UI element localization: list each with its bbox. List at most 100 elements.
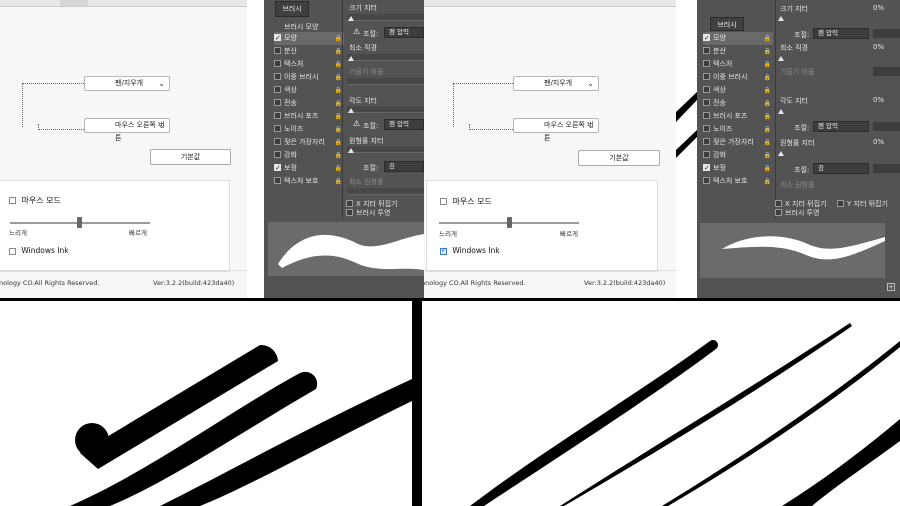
lock-icon[interactable]: 🔒: [335, 71, 342, 84]
brush-projection-row[interactable]: 브러시 투영: [775, 207, 819, 220]
brush-option-checkbox[interactable]: [703, 86, 710, 93]
left-speed-slider-thumb[interactable]: [77, 217, 82, 228]
brush-shape-header[interactable]: 브러시 모양: [284, 22, 318, 32]
brush-option-item[interactable]: 전송 🔒: [274, 97, 344, 110]
lock-icon[interactable]: 🔒: [764, 162, 771, 175]
lock-icon[interactable]: 🔒: [764, 123, 771, 136]
brush-option-item[interactable]: 텍스처 🔒: [703, 58, 773, 71]
new-brush-icon[interactable]: +: [887, 283, 895, 291]
right-windows-ink-checkbox[interactable]: [440, 246, 447, 255]
brush-option-checkbox[interactable]: [274, 32, 281, 45]
flip-y-row[interactable]: Y 지터 뒤집기: [837, 198, 888, 211]
brush-option-checkbox[interactable]: [703, 73, 710, 80]
brush-option-checkbox[interactable]: [703, 47, 710, 54]
left-mouse-mode-row[interactable]: 마우스 모드: [9, 195, 61, 206]
lock-icon[interactable]: 🔒: [335, 45, 342, 58]
roundness-jitter-thumb[interactable]: [348, 148, 354, 153]
brush-option-item[interactable]: 전송 🔒: [703, 97, 773, 110]
brush-option-item[interactable]: 브러시 포즈 🔒: [274, 110, 344, 123]
lock-icon[interactable]: 🔒: [335, 149, 342, 162]
lock-icon[interactable]: 🔒: [335, 162, 342, 175]
brush-option-item[interactable]: 젖은 가장자리 🔒: [274, 136, 344, 149]
flip-x-checkbox[interactable]: [775, 200, 782, 207]
brush-option-item[interactable]: 노이즈 🔒: [703, 123, 773, 136]
brush-option-checkbox[interactable]: [274, 99, 281, 106]
brush-tab[interactable]: 브러시: [275, 1, 309, 17]
brush-option-item[interactable]: 색상 🔒: [703, 84, 773, 97]
brush-option-checkbox[interactable]: [274, 162, 281, 175]
lock-icon[interactable]: 🔒: [764, 136, 771, 149]
brush-option-checkbox[interactable]: [274, 125, 281, 132]
lock-icon[interactable]: 🔒: [335, 58, 342, 71]
brush-option-checkbox[interactable]: [274, 151, 281, 158]
lock-icon[interactable]: 🔒: [764, 97, 771, 110]
brush-tab[interactable]: 브러시: [710, 17, 744, 31]
brush-option-checkbox[interactable]: [703, 60, 710, 67]
brush-option-item[interactable]: 텍스처 🔒: [274, 58, 344, 71]
roundness-jitter-slider[interactable]: [347, 146, 424, 153]
tilt-scale-slider[interactable]: [347, 78, 424, 85]
size-jitter-thumb[interactable]: [778, 16, 784, 21]
lock-icon[interactable]: 🔒: [764, 149, 771, 162]
lock-icon[interactable]: 🔒: [335, 175, 342, 188]
right-pen-eraser-dropdown[interactable]: 펜/지우개 ⌄: [513, 76, 599, 91]
brush-option-checkbox[interactable]: [274, 86, 281, 93]
left-pen-eraser-dropdown[interactable]: 펜/지우개 ⌄: [84, 76, 170, 91]
right-stroke-canvas[interactable]: [422, 301, 900, 506]
brush-option-checkbox[interactable]: [703, 177, 710, 184]
left-stroke-canvas[interactable]: [0, 301, 412, 506]
lock-icon[interactable]: 🔒: [335, 136, 342, 149]
min-roundness-slider[interactable]: [347, 188, 424, 195]
lock-icon[interactable]: 🔒: [335, 32, 342, 45]
roundness-control-select[interactable]: 끔: [813, 163, 869, 174]
brush-option-checkbox[interactable]: [274, 73, 281, 80]
brush-option-item[interactable]: 강화 🔒: [274, 149, 344, 162]
left-windows-ink-row[interactable]: Windows Ink: [9, 246, 69, 255]
lock-icon[interactable]: 🔒: [764, 71, 771, 84]
lock-icon[interactable]: 🔒: [335, 110, 342, 123]
angle-jitter-slider[interactable]: [347, 106, 424, 113]
brush-option-item[interactable]: 분산 🔒: [703, 45, 773, 58]
brush-option-item[interactable]: 이중 브러시 🔒: [703, 71, 773, 84]
brush-option-checkbox[interactable]: [274, 47, 281, 54]
min-diameter-thumb[interactable]: [778, 56, 784, 61]
brush-option-item[interactable]: 분산 🔒: [274, 45, 344, 58]
lock-icon[interactable]: 🔒: [764, 110, 771, 123]
brush-option-checkbox[interactable]: [703, 32, 710, 45]
angle-control-select[interactable]: 펜 압력: [384, 119, 424, 130]
angle-jitter-thumb[interactable]: [348, 108, 354, 113]
brush-option-item[interactable]: 젖은 가장자리 🔒: [703, 136, 773, 149]
brush-projection-checkbox[interactable]: [775, 209, 782, 216]
angle-jitter-thumb[interactable]: [778, 109, 784, 114]
lock-icon[interactable]: 🔒: [335, 123, 342, 136]
brush-option-checkbox[interactable]: [274, 138, 281, 145]
brush-option-item[interactable]: 보정 🔒: [703, 162, 773, 175]
brush-option-item[interactable]: 노이즈 🔒: [274, 123, 344, 136]
brush-option-item[interactable]: 이중 브러시 🔒: [274, 71, 344, 84]
lock-icon[interactable]: 🔒: [764, 58, 771, 71]
brush-option-checkbox[interactable]: [703, 162, 710, 175]
brush-option-checkbox[interactable]: [703, 125, 710, 132]
brush-option-item[interactable]: 브러시 포즈 🔒: [703, 110, 773, 123]
right-default-button[interactable]: 기본값: [578, 150, 660, 166]
brush-option-item[interactable]: 색상 🔒: [274, 84, 344, 97]
brush-option-checkbox[interactable]: [274, 112, 281, 119]
right-windows-ink-row[interactable]: Windows Ink: [440, 246, 500, 255]
brush-option-item[interactable]: 텍스처 보호 🔒: [274, 175, 344, 188]
left-windows-ink-checkbox[interactable]: [9, 247, 16, 255]
lock-icon[interactable]: 🔒: [764, 84, 771, 97]
angle-control-select[interactable]: 펜 압력: [813, 121, 869, 132]
roundness-jitter-thumb[interactable]: [778, 151, 784, 156]
brush-option-checkbox[interactable]: [274, 177, 281, 184]
min-diameter-thumb[interactable]: [348, 56, 354, 61]
brush-option-checkbox[interactable]: [703, 151, 710, 158]
left-right-button-dropdown[interactable]: 마우스 오른쪽 버튼 ⌄: [84, 118, 170, 142]
brush-option-checkbox[interactable]: [274, 60, 281, 67]
size-control-select[interactable]: 펜 압력: [813, 28, 869, 39]
left-default-button[interactable]: 기본값: [150, 149, 231, 165]
roundness-control-select[interactable]: 끔: [384, 161, 424, 172]
brush-option-checkbox[interactable]: [703, 112, 710, 119]
right-mouse-mode-row[interactable]: 마우스 모드: [440, 196, 492, 207]
brush-option-item[interactable]: 보정 🔒: [274, 162, 344, 175]
flip-y-checkbox[interactable]: [837, 200, 844, 207]
